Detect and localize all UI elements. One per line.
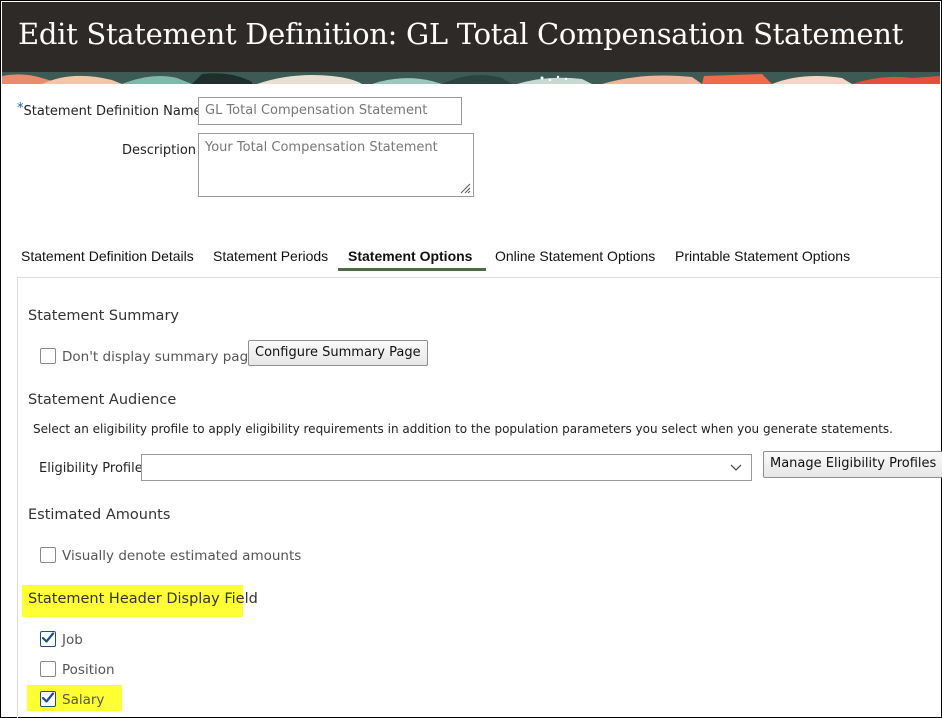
statement-name-input[interactable]: GL Total Compensation Statement <box>198 97 462 125</box>
tab-statement-periods[interactable]: Statement Periods <box>213 248 328 264</box>
position-checkbox[interactable] <box>40 661 56 677</box>
salary-checkbox[interactable] <box>40 691 56 707</box>
decorative-banner <box>2 72 940 84</box>
header-display-field-heading: Statement Header Display Field <box>28 591 258 607</box>
tab-statement-definition-details[interactable]: Statement Definition Details <box>21 248 194 264</box>
tab-content-panel <box>17 277 941 718</box>
description-text: Your Total Compensation Statement <box>205 140 438 155</box>
position-label: Position <box>62 662 115 678</box>
tab-statement-options[interactable]: Statement Options <box>348 248 472 264</box>
manage-eligibility-profiles-button[interactable]: Manage Eligibility Profiles <box>763 451 942 478</box>
dont-display-summary-label: Don't display summary page <box>62 349 257 365</box>
statement-name-label-text: Statement Definition Name <box>23 104 202 119</box>
checkmark-icon <box>41 692 55 703</box>
statement-audience-heading: Statement Audience <box>28 392 177 408</box>
eligibility-profile-label: Eligibility Profile <box>39 461 143 476</box>
description-textarea[interactable]: Your Total Compensation Statement <box>198 133 474 197</box>
eligibility-profile-select[interactable] <box>141 454 752 481</box>
checkmark-icon <box>41 632 55 643</box>
resize-handle-icon[interactable] <box>459 182 471 194</box>
dont-display-summary-checkbox[interactable] <box>40 348 56 364</box>
page-title: Edit Statement Definition: GL Total Comp… <box>18 17 903 51</box>
chevron-down-icon[interactable] <box>730 464 742 472</box>
page-header: Edit Statement Definition: GL Total Comp… <box>2 2 940 72</box>
job-label: Job <box>62 632 83 648</box>
statement-name-label: *Statement Definition Name <box>17 101 202 119</box>
description-label: Description <box>122 143 197 158</box>
configure-summary-page-button[interactable]: Configure Summary Page <box>248 340 428 366</box>
required-indicator: * <box>17 101 24 116</box>
salary-label: Salary <box>62 692 105 708</box>
tab-online-statement-options[interactable]: Online Statement Options <box>495 248 655 264</box>
tab-printable-statement-options[interactable]: Printable Statement Options <box>675 248 850 264</box>
statement-audience-help-text: Select an eligibility profile to apply e… <box>33 422 893 436</box>
visually-denote-estimated-label: Visually denote estimated amounts <box>62 548 302 564</box>
job-checkbox[interactable] <box>40 631 56 647</box>
visually-denote-estimated-checkbox[interactable] <box>40 547 56 563</box>
estimated-amounts-heading: Estimated Amounts <box>28 507 171 523</box>
statement-summary-heading: Statement Summary <box>28 308 179 324</box>
active-tab-indicator <box>338 268 486 271</box>
